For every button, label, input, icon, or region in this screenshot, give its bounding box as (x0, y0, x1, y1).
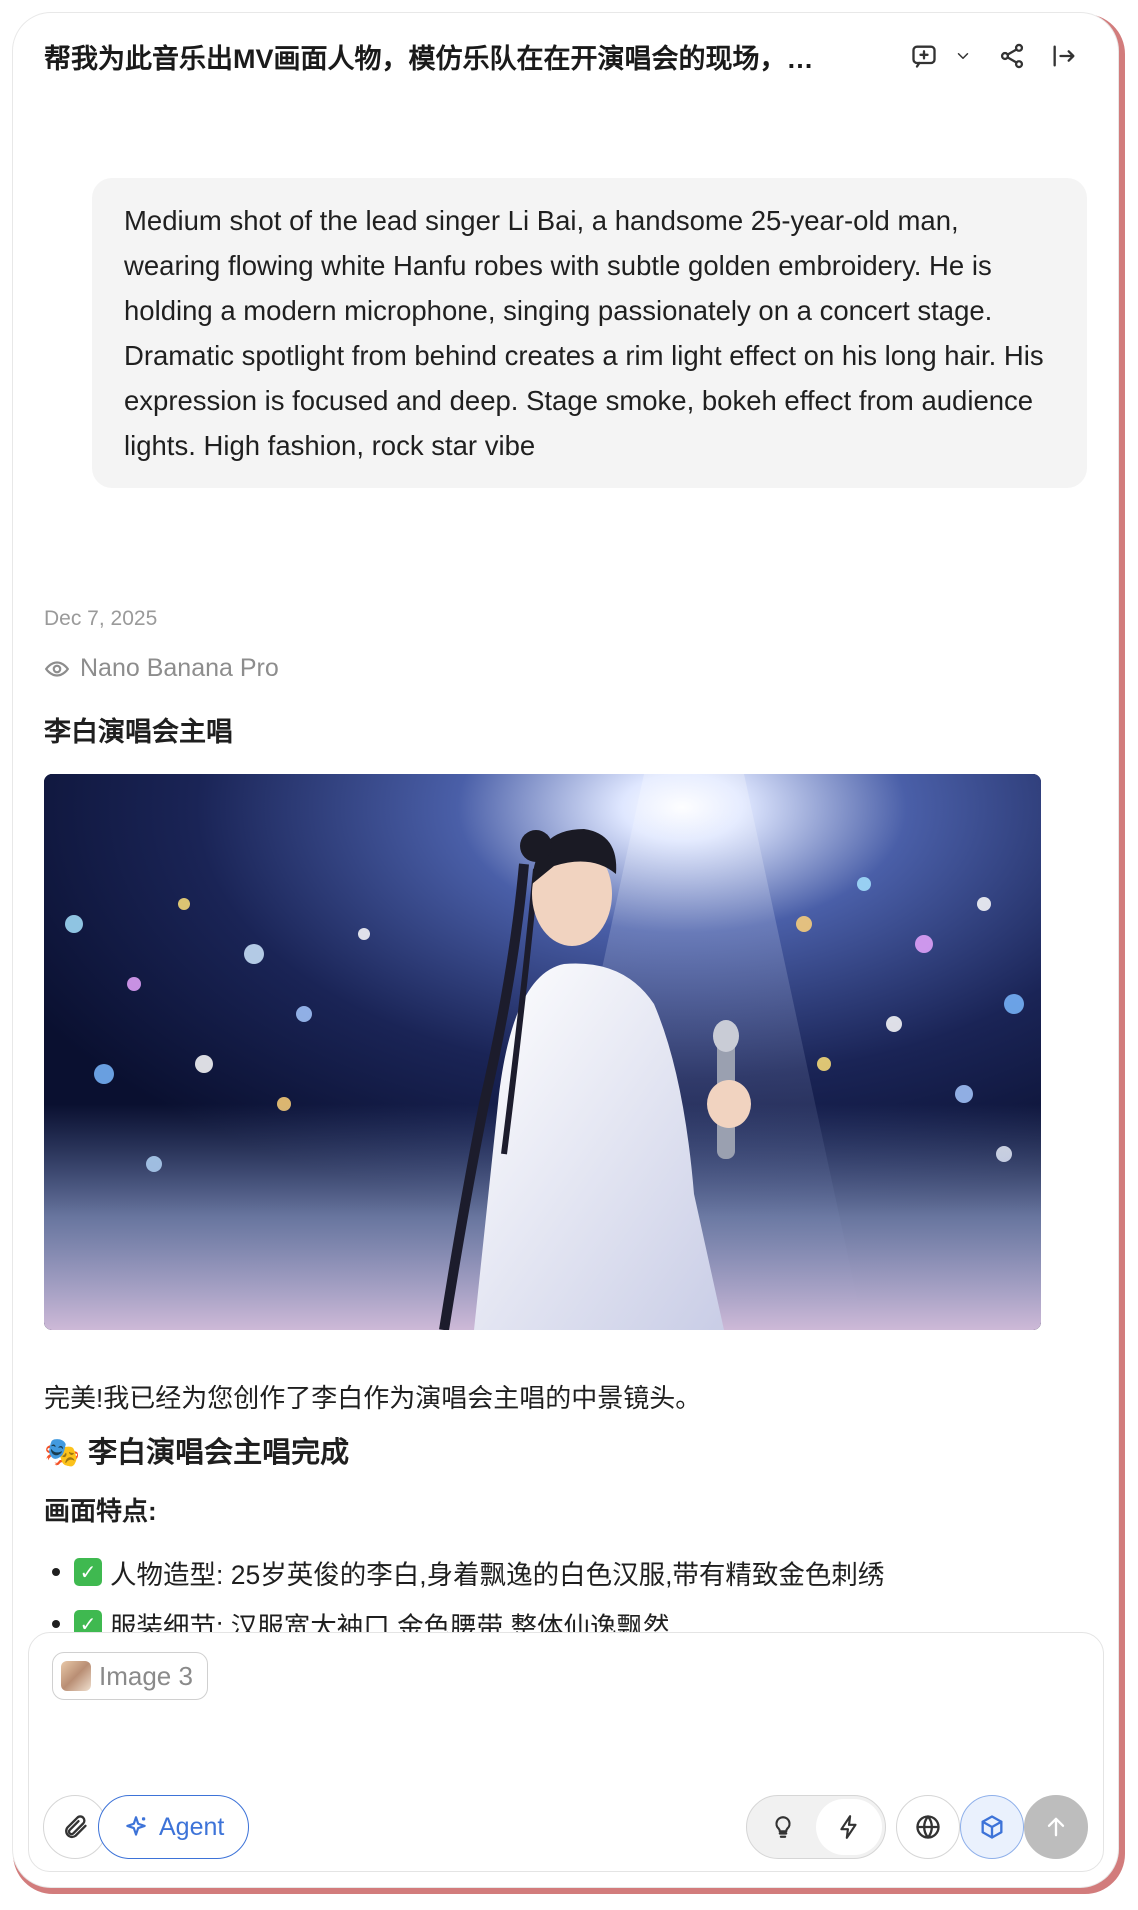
features-heading: 画面特点: (44, 1496, 157, 1526)
attachment-label: Image 3 (99, 1660, 193, 1691)
sparkle-icon (126, 1816, 146, 1836)
lightning-icon (840, 1815, 857, 1839)
arrow-up-icon (1047, 1817, 1065, 1837)
conversation-title: 帮我为此音乐出MV画面人物，模仿乐队在在开演唱会的现场，… (44, 43, 814, 74)
feature-text: 人物造型: 25岁英俊的李白,身着飘逸的白色汉服,带有精致金色刺绣 (110, 1559, 885, 1590)
agent-label: Agent (159, 1812, 225, 1841)
new-chat-button[interactable] (900, 32, 948, 80)
answer-title: 李白演唱会主唱 (44, 717, 233, 747)
model-label: Nano Banana Pro (44, 654, 279, 683)
model-tools-button[interactable] (960, 1795, 1024, 1859)
new-chat-icon (912, 45, 936, 68)
header-actions (900, 32, 1088, 80)
think-mode-button[interactable] (750, 1799, 816, 1855)
send-button[interactable] (1024, 1795, 1088, 1859)
mode-toggle (746, 1795, 886, 1859)
chat-header: 帮我为此音乐出MV画面人物，模仿乐队在在开演唱会的现场，… (13, 13, 1118, 99)
answer-intro: 完美!我已经为您创作了李白作为演唱会主唱的中景镜头。 (44, 1383, 702, 1413)
attachment-chip[interactable]: Image 3 (52, 1652, 208, 1700)
bullet-dot (52, 1620, 60, 1628)
concert-singer-image (44, 774, 1041, 1330)
new-chat-dropdown-button[interactable] (948, 32, 978, 80)
cube-icon (981, 1815, 1003, 1839)
attachment-thumbnail (61, 1661, 91, 1691)
fast-mode-button[interactable] (816, 1799, 882, 1855)
message-date: Dec 7, 2025 (44, 607, 158, 630)
exit-button[interactable] (1040, 32, 1088, 80)
bullet-dot (52, 1568, 60, 1576)
section-heading: 🎭 李白演唱会主唱完成 (44, 1437, 350, 1469)
page-background: 帮我为此音乐出MV画面人物，模仿乐队在在开演唱会的现场，… Medium sho… (0, 0, 1138, 1910)
lightbulb-icon (775, 1816, 791, 1838)
share-icon (1000, 43, 1024, 69)
web-search-button[interactable] (896, 1795, 960, 1859)
paperclip-icon (65, 1815, 87, 1839)
message-composer[interactable]: Image 3 Agent (28, 1632, 1104, 1872)
model-icon (44, 660, 70, 677)
model-name: Nano Banana Pro (80, 654, 279, 682)
agent-button[interactable]: Agent (98, 1795, 250, 1859)
check-icon: ✓ (74, 1558, 102, 1586)
chevron-down-icon (957, 53, 969, 59)
chat-window: 帮我为此音乐出MV画面人物，模仿乐队在在开演唱会的现场，… Medium sho… (13, 13, 1118, 1887)
list-item: ✓ 人物造型: 25岁英俊的李白,身着飘逸的白色汉服,带有精致金色刺绣 (44, 1546, 1044, 1598)
globe-icon (916, 1815, 940, 1839)
user-message: Medium shot of the lead singer Li Bai, a… (92, 178, 1087, 488)
share-button[interactable] (988, 32, 1036, 80)
generated-image[interactable] (44, 774, 1041, 1330)
feature-list: ✓ 人物造型: 25岁英俊的李白,身着飘逸的白色汉服,带有精致金色刺绣 ✓ 服装… (44, 1546, 1044, 1643)
message-list[interactable]: Medium shot of the lead singer Li Bai, a… (44, 99, 1101, 1643)
exit-icon (1053, 45, 1075, 67)
